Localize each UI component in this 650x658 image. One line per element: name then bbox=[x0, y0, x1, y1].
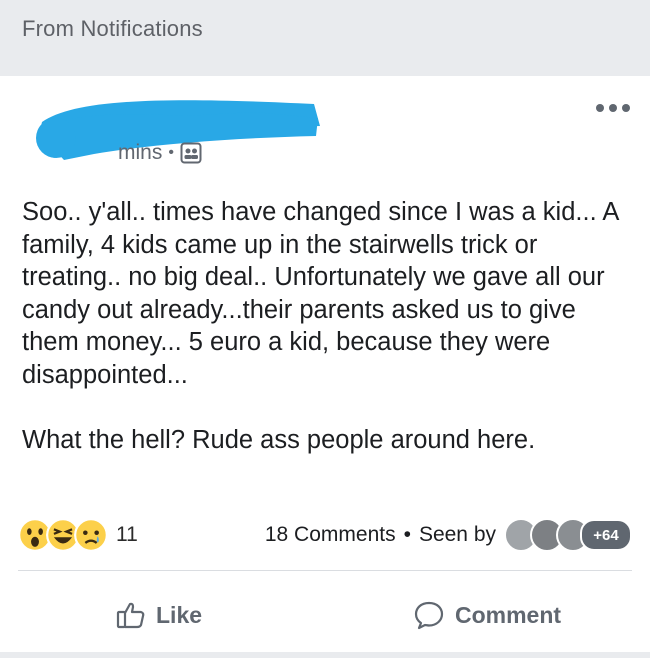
notification-header: From Notifications bbox=[0, 0, 650, 76]
post-actions: Like Comment bbox=[0, 590, 650, 640]
post-body: Soo.. y'all.. times have changed since I… bbox=[22, 198, 618, 454]
more-dot-icon bbox=[596, 104, 604, 112]
meta-separator: • bbox=[168, 144, 174, 161]
time-label: mins bbox=[118, 141, 163, 164]
comments-count-link[interactable]: 18 Comments bbox=[265, 523, 396, 547]
seen-by-avatars[interactable]: +64 bbox=[504, 518, 632, 552]
more-options-button[interactable] bbox=[596, 98, 630, 118]
seen-by-label[interactable]: Seen by bbox=[419, 523, 496, 547]
post-stats: 18 Comments • Seen by +64 bbox=[265, 517, 632, 553]
seen-more-count: +64 bbox=[580, 519, 632, 551]
comment-button[interactable]: Comment bbox=[413, 590, 561, 640]
comment-label: Comment bbox=[455, 601, 562, 628]
comment-bubble-icon bbox=[414, 601, 444, 630]
reaction-count: 11 bbox=[116, 523, 138, 546]
group-audience-icon bbox=[180, 142, 202, 164]
thumbs-up-icon bbox=[116, 602, 145, 629]
header-title: From Notifications bbox=[22, 16, 203, 41]
sad-reaction-icon bbox=[74, 518, 108, 552]
stats-separator: • bbox=[403, 523, 411, 546]
like-button[interactable]: Like bbox=[116, 590, 202, 640]
like-label: Like bbox=[156, 601, 203, 628]
more-dot-icon bbox=[622, 104, 630, 112]
card-bottom-edge bbox=[0, 652, 650, 658]
action-divider bbox=[18, 570, 632, 571]
reactions-summary[interactable]: 11 bbox=[18, 517, 138, 553]
post-meta: mins • bbox=[118, 140, 202, 166]
more-dot-icon bbox=[609, 104, 617, 112]
